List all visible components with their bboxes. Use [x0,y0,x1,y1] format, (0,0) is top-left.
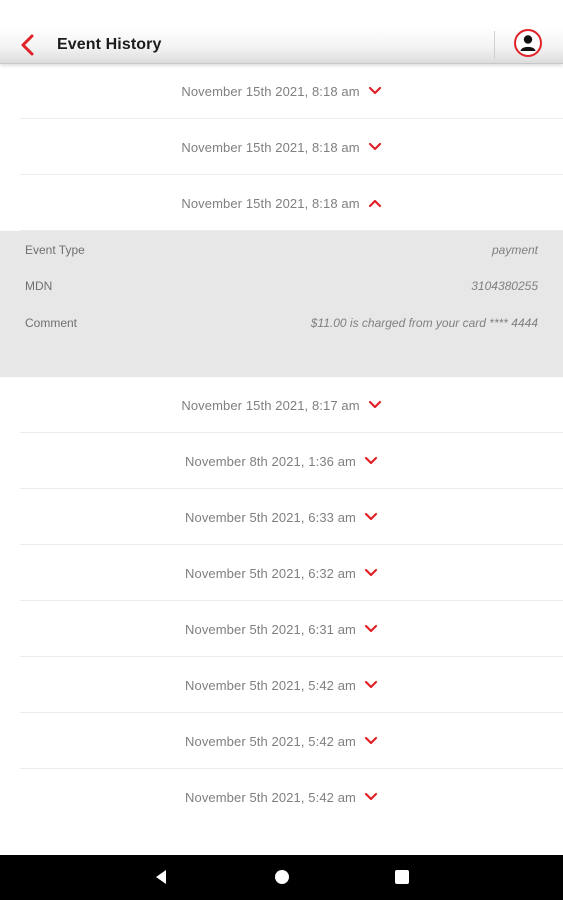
event-row[interactable]: November 5th 2021, 5:42 am [0,713,563,769]
nav-back-button[interactable] [152,867,172,887]
nav-home-button[interactable] [272,867,292,887]
event-date: November 5th 2021, 6:32 am [185,565,356,581]
chevron-down-icon[interactable] [364,792,378,802]
chevron-down-icon[interactable] [364,568,378,578]
event-date: November 15th 2021, 8:18 am [181,139,360,155]
triangle-back-icon [156,870,166,884]
event-row[interactable]: November 15th 2021, 8:18 am [0,175,563,231]
user-icon [520,35,536,51]
chevron-down-icon[interactable] [368,86,382,96]
back-button[interactable] [14,33,42,57]
event-date: November 8th 2021, 1:36 am [185,453,356,469]
event-date: November 5th 2021, 5:42 am [185,733,356,749]
event-list: November 15th 2021, 8:18 am November 15th… [0,63,563,825]
detail-value: $11.00 is charged from your card **** 44… [310,316,538,330]
event-row[interactable]: November 5th 2021, 5:42 am [0,769,563,825]
event-row[interactable]: November 15th 2021, 8:17 am [0,377,563,433]
chevron-down-icon[interactable] [364,624,378,634]
square-recents-icon [395,870,409,884]
chevron-down-icon[interactable] [364,512,378,522]
event-date: November 5th 2021, 5:42 am [185,789,356,805]
event-row[interactable]: November 15th 2021, 8:18 am [0,119,563,175]
detail-label: Comment [25,316,78,330]
event-date: November 5th 2021, 6:31 am [185,621,356,637]
status-bar [0,0,563,27]
navigation-bar [0,855,563,900]
detail-label: MDN [25,279,53,293]
chevron-down-icon[interactable] [364,456,378,466]
detail-value: payment [491,243,538,257]
chevron-left-icon [21,34,34,56]
detail-row: MDN 3104380255 [25,279,538,297]
event-date: November 15th 2021, 8:18 am [181,83,360,99]
chevron-down-icon[interactable] [364,680,378,690]
detail-row: Event Type payment [25,243,538,261]
event-date: November 15th 2021, 8:18 am [181,195,360,211]
event-row[interactable]: November 5th 2021, 6:31 am [0,601,563,657]
event-row[interactable]: November 5th 2021, 6:33 am [0,489,563,545]
detail-row: Comment $11.00 is charged from your card … [25,316,538,334]
app-bar: Event History [0,27,563,64]
chevron-down-icon[interactable] [368,142,382,152]
nav-recents-button[interactable] [392,867,412,887]
event-date: November 5th 2021, 5:42 am [185,677,356,693]
header-divider [494,31,495,59]
chevron-down-icon[interactable] [368,400,382,410]
page-title: Event History [57,36,162,53]
event-row[interactable]: November 15th 2021, 8:18 am [0,63,563,119]
event-date: November 5th 2021, 6:33 am [185,509,356,525]
chevron-down-icon[interactable] [364,736,378,746]
circle-home-icon [275,870,289,884]
chevron-up-icon[interactable] [368,198,382,208]
event-row[interactable]: November 8th 2021, 1:36 am [0,433,563,489]
event-row[interactable]: November 5th 2021, 5:42 am [0,657,563,713]
detail-value: 3104380255 [471,279,538,293]
event-date: November 15th 2021, 8:17 am [181,397,360,413]
event-details-panel: Event Type payment MDN 3104380255 Comment $11… [0,231,563,377]
event-row[interactable]: November 5th 2021, 6:32 am [0,545,563,601]
detail-label: Event Type [25,243,85,257]
profile-button[interactable] [514,29,542,57]
